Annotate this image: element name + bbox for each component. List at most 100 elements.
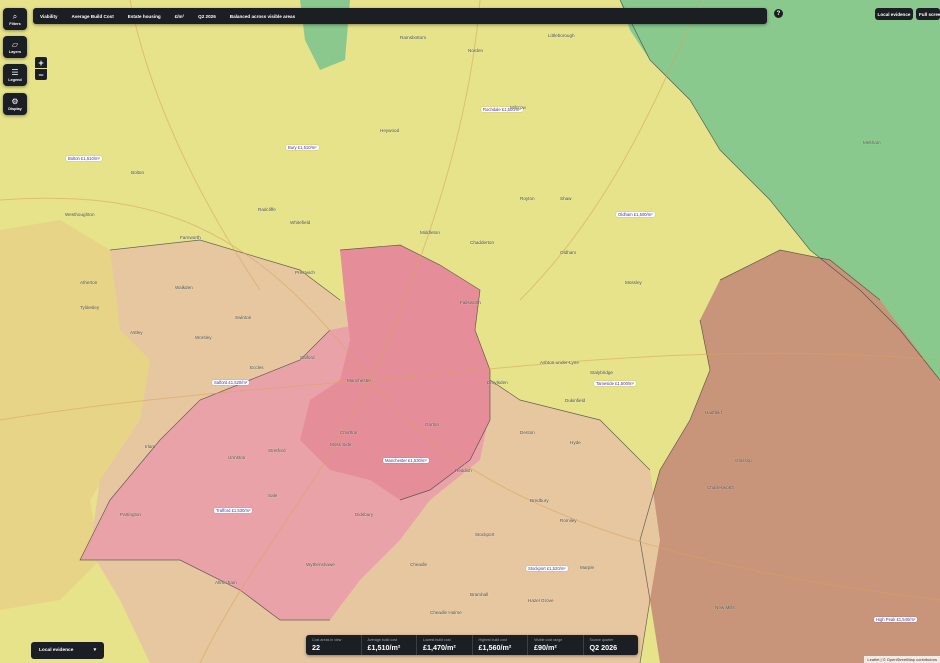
place-label: Altrincham: [215, 580, 237, 585]
chip-quarter[interactable]: Q2 2026: [191, 14, 223, 19]
place-label: Worsley: [195, 335, 212, 340]
place-label: Tyldesley: [80, 305, 100, 310]
place-label: Heywood: [380, 128, 400, 133]
chip-housing-type[interactable]: Estate housing: [121, 14, 168, 19]
district-label-stockport[interactable]: Stockport £1,520/m²: [526, 566, 568, 571]
stat-average-cost: Average build cost £1,510/m²: [362, 635, 417, 655]
place-label: Reddish: [455, 468, 472, 473]
place-label: Urmston: [228, 455, 246, 460]
place-label: Charlesworth: [707, 485, 735, 490]
stat-label: Source quarter: [589, 638, 614, 642]
place-label: Walkden: [175, 285, 193, 290]
filters-button[interactable]: ⌕ Filters: [3, 8, 27, 30]
stat-value: Q2 2026: [589, 643, 618, 652]
stat-source-quarter: Source quarter Q2 2026: [584, 635, 639, 655]
district-label-tameside[interactable]: Tameside £1,500/m²: [594, 381, 636, 386]
stat-label: Average build cost: [367, 638, 398, 642]
stats-bar: Cost areas in view 22 Average build cost £…: [306, 635, 638, 655]
place-label: Denton: [520, 430, 535, 435]
place-label: Droylsden: [487, 380, 508, 385]
place-label: Hyde: [570, 440, 581, 445]
place-label: Milnrow: [510, 105, 526, 110]
stat-cost-areas: Cost areas in view 22: [306, 635, 362, 655]
place-label: Ramsbottom: [400, 35, 427, 40]
local-evidence-button[interactable]: Local evidence: [875, 8, 913, 20]
place-label: Chadderton: [470, 240, 495, 245]
stat-lowest-cost: Lowest build cost £1,470/m²: [417, 635, 473, 655]
stat-value: £90/m²: [534, 643, 557, 652]
stat-label: Visible cost range: [534, 638, 563, 642]
place-label: Romiley: [560, 518, 577, 523]
map-attribution[interactable]: Leaflet | © OpenStreetMap contributors: [864, 656, 940, 663]
district-label-high-peak[interactable]: High Peak £1,540/m²: [874, 617, 918, 622]
place-label: Meltham: [863, 140, 881, 145]
place-label: Bredbury: [530, 498, 549, 503]
stat-label: Highest build cost: [478, 638, 507, 642]
district-label-bolton[interactable]: Bolton £1,510/m²: [66, 156, 102, 161]
place-label: Norden: [468, 48, 484, 53]
place-label: Radcliffe: [258, 207, 276, 212]
zoom-in-button[interactable]: +: [35, 57, 47, 68]
layers-button[interactable]: ▱ Layers: [3, 36, 27, 58]
place-label: New Mills: [715, 605, 735, 610]
stat-value: £1,470/m²: [423, 643, 456, 652]
district-label-bury[interactable]: Bury £1,510/m²: [286, 145, 319, 150]
place-label: Cheadle Hulme: [430, 610, 462, 615]
place-label: Hadfield: [705, 410, 722, 415]
fullscreen-button[interactable]: Full screen: [916, 8, 940, 20]
district-label-oldham[interactable]: Oldham £1,500/m²: [616, 212, 655, 217]
local-evidence-panel-label: Local evidence: [39, 648, 74, 653]
place-label: Stalybridge: [590, 370, 613, 375]
zoom-out-button[interactable]: −: [35, 69, 47, 80]
layers-icon: ▱: [11, 40, 19, 49]
place-label: Salford: [300, 355, 315, 360]
place-label: Cheadle: [410, 562, 428, 567]
chip-colour-scale[interactable]: Balanced across visible areas: [223, 14, 302, 19]
stat-highest-cost: Highest build cost £1,560/m²: [473, 635, 528, 655]
stat-value: 22: [312, 643, 320, 652]
layers-label: Layers: [8, 50, 22, 54]
stat-label: Cost areas in view: [312, 638, 342, 642]
place-label: Chorlton: [340, 430, 358, 435]
place-label: Hazel Grove: [528, 598, 554, 603]
stat-label: Lowest build cost: [423, 638, 451, 642]
place-label: Shaw: [560, 196, 572, 201]
place-label: Swinton: [235, 315, 252, 320]
chip-metric[interactable]: Average Build Cost: [65, 14, 121, 19]
place-label: Oldham: [560, 250, 577, 255]
chip-mode[interactable]: Viability: [33, 14, 65, 19]
place-label: Gorton: [425, 422, 440, 427]
chevron-down-icon: ▾: [93, 648, 96, 653]
gear-icon: ⚙: [11, 97, 19, 106]
district-label-trafford[interactable]: Trafford £1,530/m²: [214, 508, 253, 513]
local-evidence-panel-toggle[interactable]: Local evidence ▾: [31, 642, 104, 659]
place-label: Dukinfield: [565, 398, 586, 403]
place-label: Middleton: [420, 230, 440, 235]
stat-value: £1,560/m²: [478, 643, 512, 652]
place-label: Wythenshawe: [306, 562, 335, 567]
help-button[interactable]: ?: [774, 9, 783, 18]
filter-chip-bar: Viability Average Build Cost Estate hous…: [33, 8, 767, 24]
place-label: Manchester: [347, 378, 372, 383]
chip-unit[interactable]: £/m²: [168, 14, 191, 19]
place-label: Moss Side: [330, 442, 352, 447]
display-button[interactable]: ⚙ Display: [3, 93, 27, 115]
place-label: Ashton-under-Lyne: [540, 360, 579, 365]
list-icon: ☰: [11, 68, 19, 77]
legend-button[interactable]: ☰ Legend: [3, 64, 27, 86]
place-label: Stockport: [475, 532, 495, 537]
place-label: Farnworth: [180, 235, 201, 240]
place-label: Littleborough: [548, 33, 575, 38]
place-label: Astley: [130, 330, 143, 335]
place-label: Stretford: [268, 448, 286, 453]
place-label: Sale: [268, 493, 278, 498]
place-label: Irlam: [145, 444, 156, 449]
district-label-salford[interactable]: Salford £1,520/m²: [212, 380, 250, 385]
place-label: Marple: [580, 565, 595, 570]
stat-cost-range: Visible cost range £90/m²: [528, 635, 584, 655]
district-label-manchester[interactable]: Manchester £1,530/m²: [383, 458, 429, 463]
stat-value: £1,510/m²: [367, 643, 401, 652]
place-label: Royton: [520, 196, 535, 201]
place-label: Eccles: [250, 365, 264, 370]
place-label: Westhoughton: [65, 212, 95, 217]
